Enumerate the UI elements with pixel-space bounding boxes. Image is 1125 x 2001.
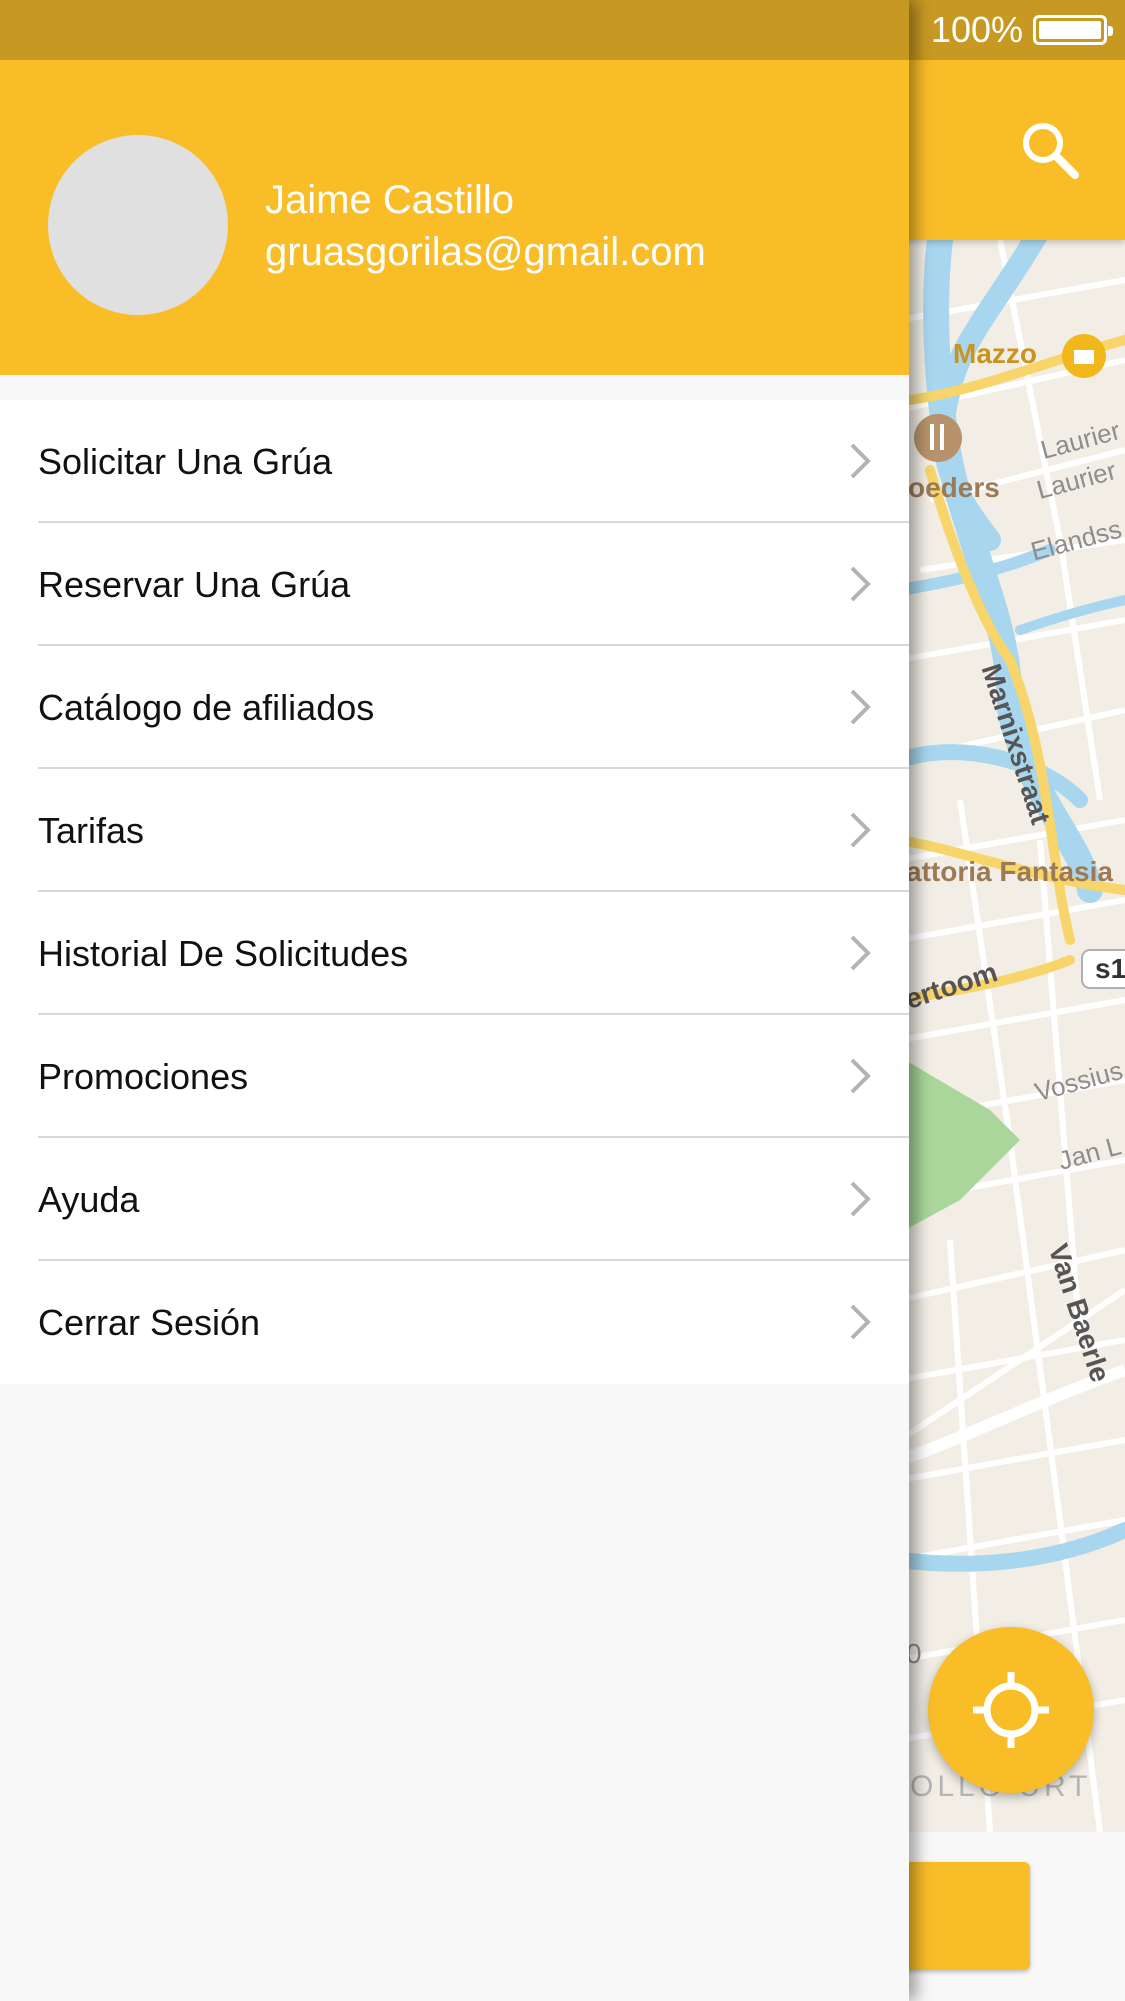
menu-item-historial-solicitudes[interactable]: Historial De Solicitudes — [0, 892, 909, 1015]
chevron-right-icon — [850, 1058, 871, 1094]
menu-item-label: Tarifas — [38, 809, 145, 851]
menu-item-reservar-grua[interactable]: Reservar Una Grúa — [0, 523, 909, 646]
menu-item-label: Historial De Solicitudes — [38, 932, 409, 974]
menu-item-label: Cerrar Sesión — [38, 1301, 261, 1343]
crosshair-icon — [973, 1672, 1049, 1748]
battery-icon — [1033, 15, 1113, 45]
chevron-right-icon — [850, 935, 871, 971]
drawer-header: Jaime Castillo gruasgorilas@gmail.com — [0, 60, 909, 375]
drawer-status-bar — [0, 0, 909, 60]
map-label-mazzo: Mazzo — [953, 338, 1037, 369]
menu-item-label: Solicitar Una Grúa — [38, 440, 333, 482]
menu-item-solicitar-grua[interactable]: Solicitar Una Grúa — [0, 400, 909, 523]
battery-percent: 100% — [930, 9, 1023, 50]
chevron-right-icon — [850, 566, 871, 602]
my-location-button[interactable] — [928, 1627, 1094, 1793]
menu-item-catalogo-afiliados[interactable]: Catálogo de afiliados — [0, 646, 909, 769]
search-button[interactable] — [1005, 105, 1095, 195]
avatar[interactable] — [48, 135, 228, 315]
user-name: Jaime Castillo — [265, 178, 514, 222]
menu-item-label: Catálogo de afiliados — [38, 686, 375, 728]
map-label-trattoria: attoria Fantasia — [906, 856, 1113, 887]
menu-item-tarifas[interactable]: Tarifas — [0, 769, 909, 892]
menu-item-promociones[interactable]: Promociones — [0, 1015, 909, 1138]
chevron-right-icon — [850, 689, 871, 725]
chevron-right-icon — [850, 443, 871, 479]
chevron-right-icon — [850, 1181, 871, 1217]
menu-item-ayuda[interactable]: Ayuda — [0, 1138, 909, 1261]
menu-item-label: Ayuda — [38, 1178, 140, 1220]
menu-item-label: Reservar Una Grúa — [38, 563, 351, 605]
navigation-drawer: Jaime Castillo gruasgorilas@gmail.com So… — [0, 0, 909, 2001]
user-email: gruasgorilas@gmail.com — [265, 230, 706, 274]
search-icon — [1023, 123, 1079, 179]
map-label-road-badge: s1 — [1095, 953, 1125, 984]
map-label-beeders: oeders — [908, 472, 1000, 503]
menu-item-cerrar-sesion[interactable]: Cerrar Sesión — [0, 1261, 909, 1384]
drawer-menu: Solicitar Una Grúa Reservar Una Grúa Cat… — [0, 400, 909, 1384]
chevron-right-icon — [850, 812, 871, 848]
chevron-right-icon — [850, 1304, 871, 1340]
menu-item-label: Promociones — [38, 1055, 249, 1097]
